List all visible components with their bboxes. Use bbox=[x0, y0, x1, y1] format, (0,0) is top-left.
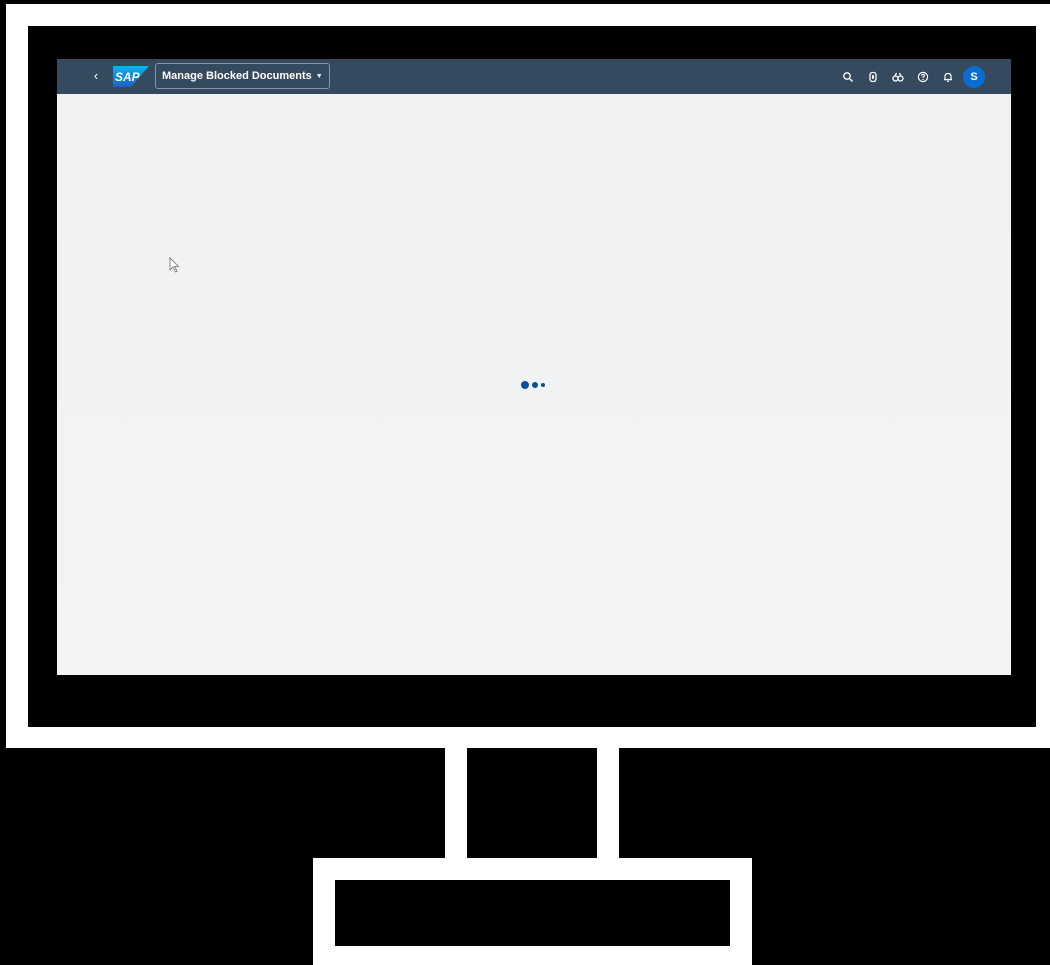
co-pilot-icon[interactable] bbox=[860, 64, 885, 89]
app-title: Manage Blocked Documents bbox=[162, 70, 312, 82]
caret-down-icon: ▼ bbox=[315, 72, 323, 80]
mouse-pointer-icon bbox=[169, 257, 179, 273]
app-title-menu-button[interactable]: Manage Blocked Documents ▼ bbox=[155, 63, 330, 89]
busy-dot bbox=[541, 383, 545, 387]
shell-bar: ‹ SAP Manage Blocked Documents ▼ S bbox=[57, 59, 1011, 94]
shell-actions: S bbox=[835, 64, 985, 89]
app-screen: ‹ SAP Manage Blocked Documents ▼ S bbox=[57, 59, 1011, 675]
help-icon[interactable] bbox=[910, 64, 935, 89]
bell-icon[interactable] bbox=[935, 64, 960, 89]
busy-dot bbox=[521, 381, 529, 389]
binoculars-icon[interactable] bbox=[885, 64, 910, 89]
monitor-base-inner bbox=[335, 880, 730, 946]
busy-indicator bbox=[521, 379, 551, 391]
busy-dot bbox=[532, 382, 538, 388]
search-icon[interactable] bbox=[835, 64, 860, 89]
sap-logo-text: SAP bbox=[115, 70, 141, 84]
sap-logo[interactable]: SAP bbox=[113, 66, 149, 87]
stage: ‹ SAP Manage Blocked Documents ▼ S bbox=[0, 0, 1050, 965]
content-area bbox=[57, 94, 1011, 675]
monitor-neck-inner bbox=[467, 748, 597, 858]
back-button[interactable]: ‹ bbox=[89, 67, 103, 85]
user-avatar[interactable]: S bbox=[963, 65, 985, 88]
